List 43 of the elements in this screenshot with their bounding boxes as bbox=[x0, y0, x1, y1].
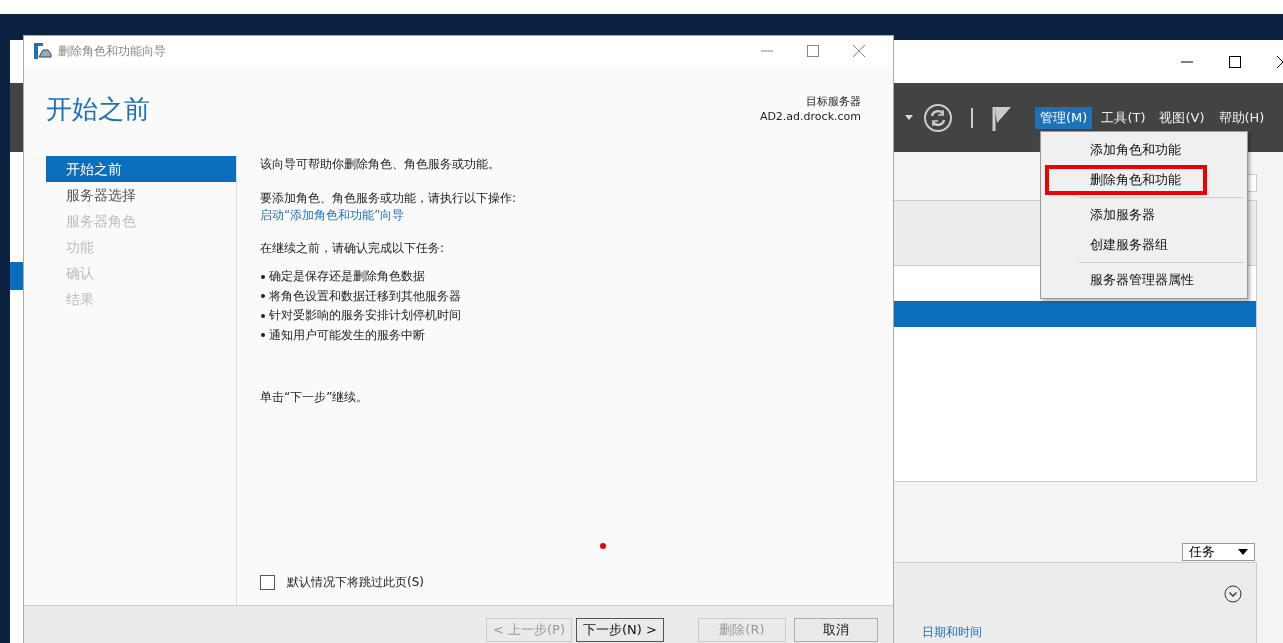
wizard-step[interactable]: 服务器选择 bbox=[46, 182, 236, 208]
task-item: 针对受影响的服务安排计划停机时间 bbox=[269, 307, 461, 324]
target-label: 目标服务器 bbox=[806, 94, 861, 109]
menu-item[interactable]: 删除角色和功能 bbox=[1045, 165, 1207, 195]
page-heading: 开始之前 bbox=[46, 93, 150, 126]
task-item: 通知用户可能发生的服务中断 bbox=[269, 326, 425, 344]
toolbar-edge bbox=[10, 83, 23, 152]
expand-icon[interactable] bbox=[1224, 585, 1242, 603]
checkbox-label: 默认情况下将跳过此页(S) bbox=[287, 574, 424, 591]
continue-hint: 单击“下一步”继续。 bbox=[260, 389, 370, 406]
menu-item[interactable]: 创建服务器组 bbox=[1045, 230, 1243, 260]
refresh-icon[interactable] bbox=[923, 102, 953, 133]
bullet-icon bbox=[261, 313, 265, 318]
bullet-icon bbox=[261, 294, 265, 299]
menu-item[interactable]: 管理(M) bbox=[1035, 106, 1093, 129]
caret-icon bbox=[1238, 549, 1248, 555]
menu-item[interactable]: 服务器管理器属性 bbox=[1045, 265, 1243, 295]
menu-item[interactable]: 视图(V) bbox=[1154, 106, 1210, 129]
maximize-icon[interactable] bbox=[1229, 55, 1241, 68]
add-hint: 要添加角色、角色服务或功能，请执行以下操作: bbox=[260, 190, 518, 207]
task-item: 确定是保存还是删除角色数据 bbox=[269, 268, 425, 285]
menu-item[interactable]: 添加角色和功能 bbox=[1045, 135, 1243, 165]
server-icon bbox=[34, 43, 52, 59]
tasks-intro: 在继续之前，请确认完成以下任务: bbox=[260, 240, 446, 257]
task-item: 将角色设置和数据迁移到其他服务器 bbox=[269, 287, 461, 305]
window-title: 删除角色和功能向导 bbox=[58, 42, 167, 60]
footer-button[interactable]: 取消 bbox=[793, 618, 878, 642]
target-server: AD2.ad.drock.com bbox=[759, 109, 861, 124]
dot-icon bbox=[600, 543, 606, 549]
bullet-icon bbox=[261, 274, 265, 279]
column-header[interactable]: 日期和时间 bbox=[922, 625, 982, 639]
flag-icon[interactable] bbox=[991, 104, 1013, 131]
wizard-link[interactable]: 启动“添加角色和功能”向导 bbox=[260, 207, 893, 223]
bullet-icon bbox=[261, 333, 265, 338]
skip-checkbox[interactable] bbox=[260, 575, 275, 590]
intro-text: 该向导可帮助你删除角色、角色服务或功能。 bbox=[260, 156, 501, 173]
caret-icon[interactable] bbox=[905, 115, 913, 120]
menu-item[interactable]: 工具(T) bbox=[1096, 106, 1151, 129]
footer-button[interactable]: 下一步(N) > bbox=[576, 618, 664, 642]
menu-item[interactable]: 帮助(H) bbox=[1213, 106, 1270, 129]
wizard-step[interactable]: 开始之前 bbox=[46, 156, 236, 182]
tasks-button[interactable]: 任务 bbox=[1182, 543, 1255, 561]
menu-item[interactable]: 添加服务器 bbox=[1045, 200, 1243, 230]
